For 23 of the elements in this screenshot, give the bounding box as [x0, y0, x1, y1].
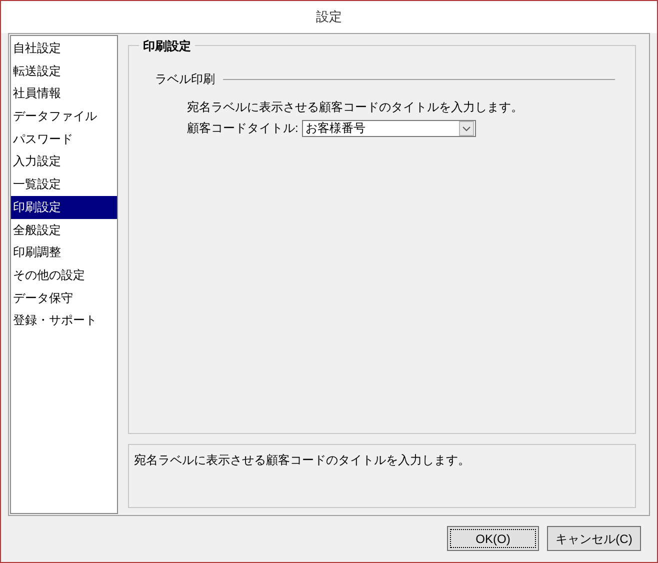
- section-title: ラベル印刷: [155, 71, 215, 88]
- sidebar-item[interactable]: データファイル: [11, 105, 117, 128]
- instruction-text: 宛名ラベルに表示させる顧客コードのタイトルを入力します。: [187, 99, 524, 116]
- sidebar-item[interactable]: 印刷設定: [11, 196, 117, 218]
- description-box: 宛名ラベルに表示させる顧客コードのタイトルを入力します。: [128, 444, 636, 508]
- sidebar-item[interactable]: 登録・サポート: [11, 309, 117, 332]
- sidebar-item[interactable]: 一覧設定: [11, 173, 117, 196]
- field-label: 顧客コードタイトル:: [187, 120, 298, 137]
- dropdown-field[interactable]: お客様番号: [302, 120, 476, 136]
- ok-button[interactable]: OK(O): [447, 526, 539, 551]
- cancel-button[interactable]: キャンセル(C): [547, 526, 641, 551]
- sidebar-item[interactable]: 社員情報: [11, 82, 117, 106]
- sidebar-item[interactable]: データ保守: [11, 286, 117, 310]
- sidebar-item[interactable]: 印刷調整: [11, 241, 117, 264]
- window-title: 設定: [316, 8, 342, 26]
- sidebar-item[interactable]: 自社設定: [11, 37, 117, 60]
- chevron-down-icon: [459, 120, 474, 136]
- sidebar-item[interactable]: パスワード: [11, 128, 117, 150]
- sidebar-item[interactable]: その他の設定: [11, 264, 117, 287]
- sidebar-item[interactable]: 全般設定: [11, 218, 117, 242]
- group-title: 印刷設定: [139, 37, 195, 55]
- sidebar-item[interactable]: 入力設定: [11, 150, 117, 174]
- sidebar-item[interactable]: 転送設定: [11, 60, 117, 82]
